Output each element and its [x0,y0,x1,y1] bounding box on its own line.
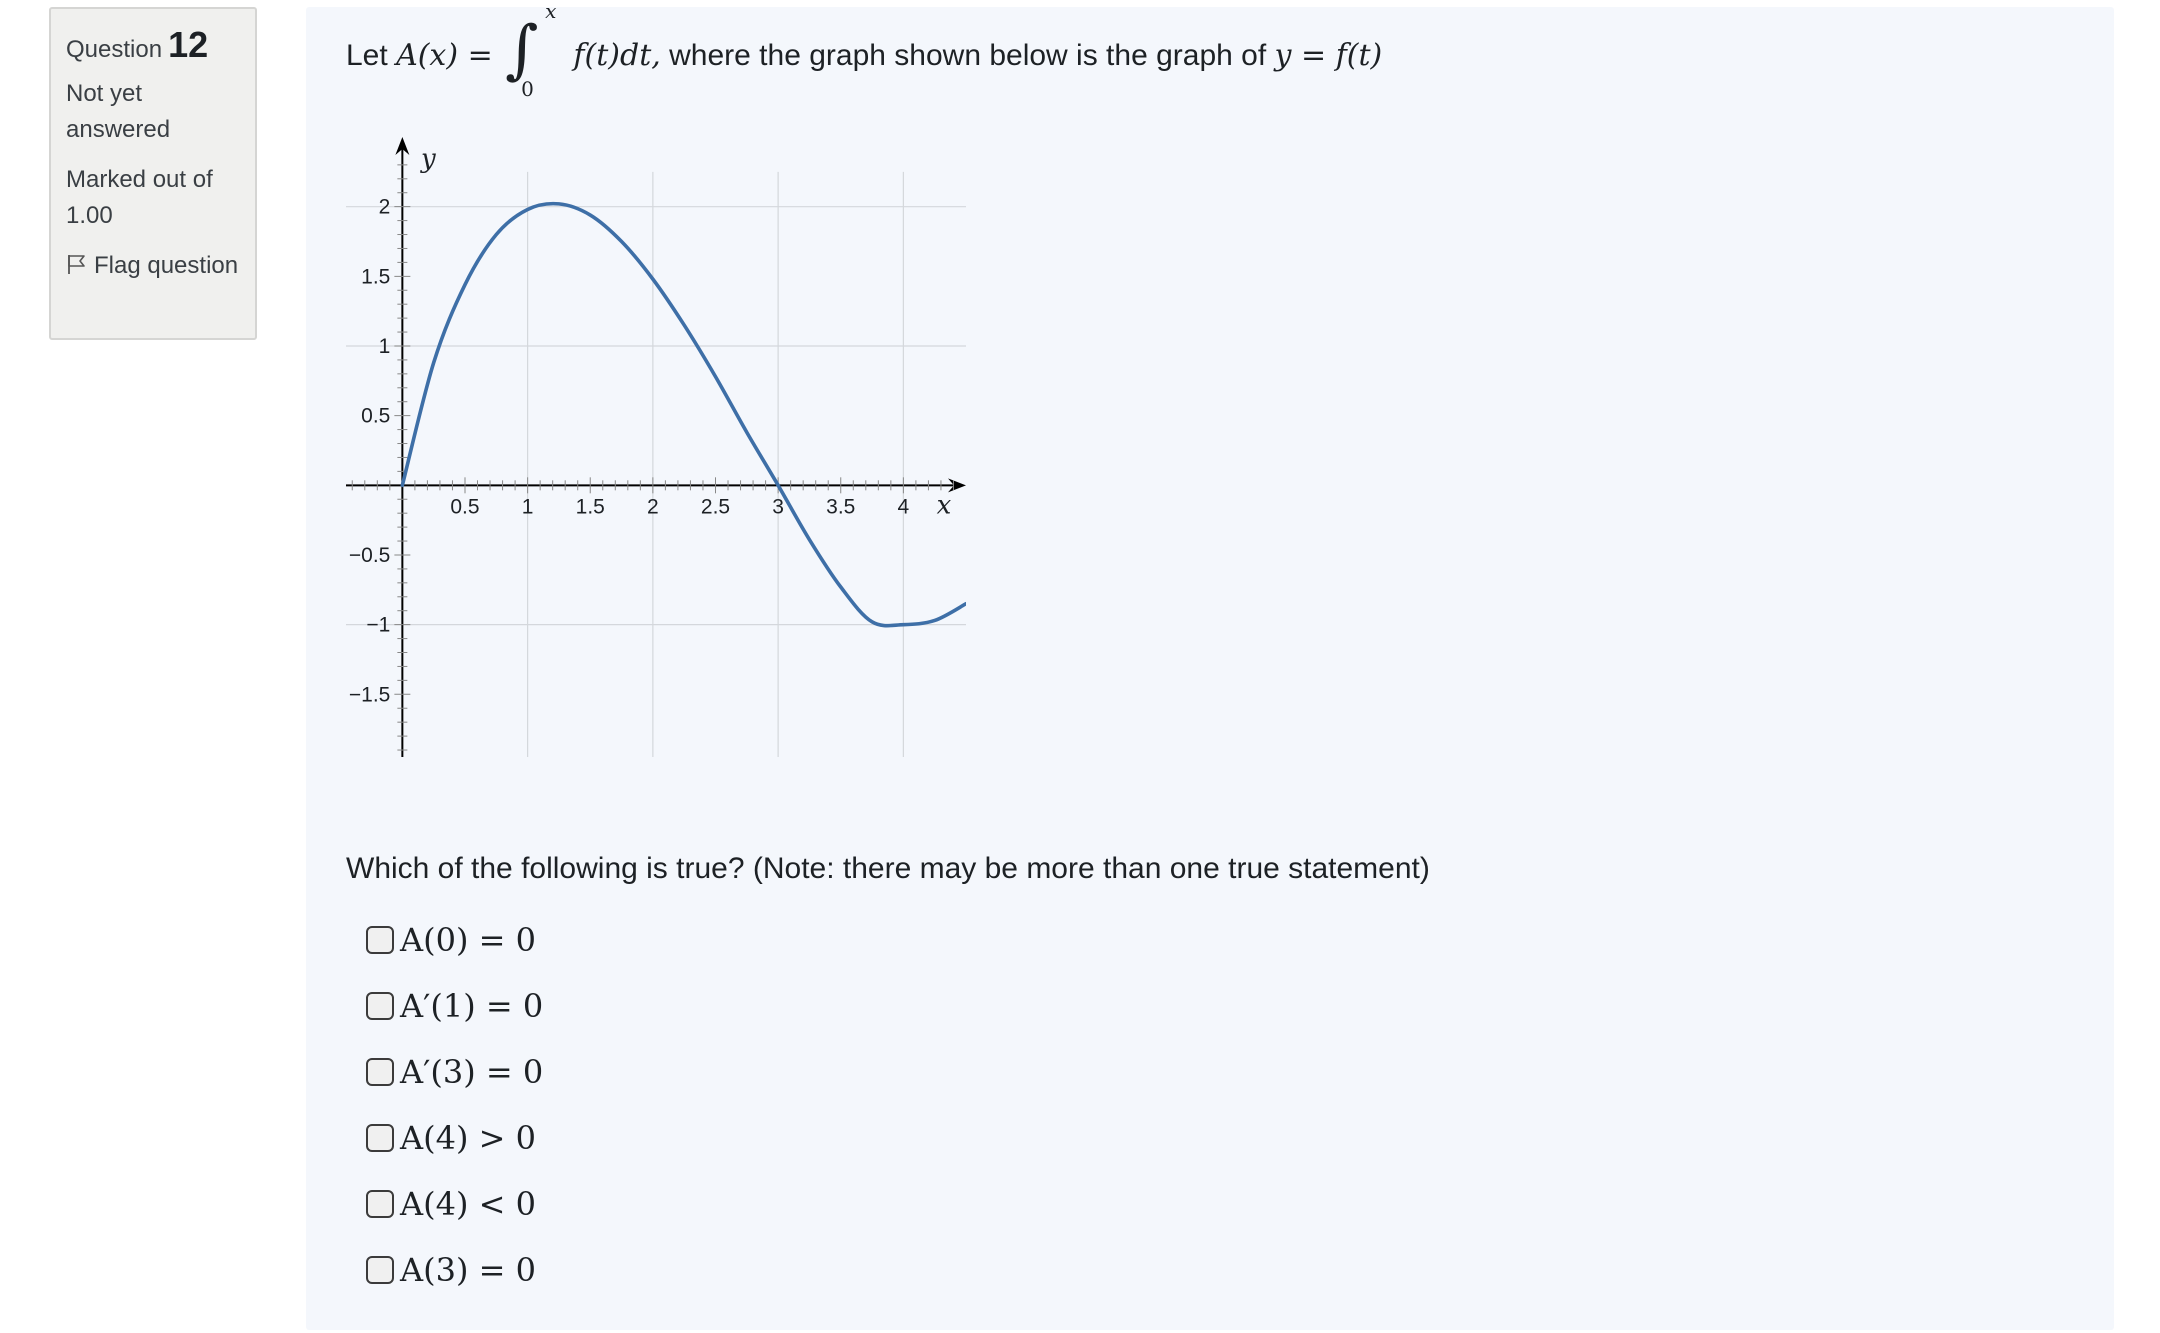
series-curve [400,201,966,628]
checkbox[interactable] [366,1256,394,1284]
x-tick-label: 2 [647,495,659,518]
y-tick-label: 1.5 [361,265,390,288]
flag-question-link[interactable]: Flag question [66,248,240,284]
x-tick-label: 2.5 [701,495,730,518]
question-middle-text: where the graph shown below is the graph… [669,38,1267,72]
y-tick-label: −1.5 [349,683,390,706]
option-label: A(0) = 0 [400,921,536,959]
checkbox[interactable] [366,1058,394,1086]
question-a-of-x: A(x) = [396,37,493,73]
question-number-line: Question 12 [66,23,240,72]
x-axis-label: x [937,490,952,520]
option-a4-gt-0[interactable]: A(4) > 0 [366,1105,543,1171]
option-aprime1-eq-0[interactable]: A′(1) = 0 [366,973,543,1039]
flag-question-label: Flag question [94,252,239,279]
question-grade: Marked out of 1.00 [66,166,213,229]
option-a3-eq-0[interactable]: A(3) = 0 [366,1237,543,1303]
y-tick-label: −1 [366,614,390,637]
y-tick-label: 2 [379,196,391,219]
question-number: 12 [168,24,209,65]
option-a4-lt-0[interactable]: A(4) < 0 [366,1171,543,1237]
question-label: Question [66,36,163,63]
question-state: Not yet answered [66,80,171,143]
checkbox[interactable] [366,1124,394,1152]
x-tick-label: 4 [898,495,910,518]
question-info-panel: Question 12 Not yet answered Marked out o… [49,7,257,340]
function-graph: 0.5 1 1.5 2 2.5 3 3.5 4 2 1.5 1 0.5 −0.5 −1 −1.5 x y [346,137,966,757]
option-label: A′(1) = 0 [400,987,544,1025]
question-let: Let [346,38,388,72]
question-content: Let A(x) = ∫ x 0 f(t)dt, where the graph… [306,0,2114,1330]
checkbox[interactable] [366,992,394,1020]
option-a0-eq-0[interactable]: A(0) = 0 [366,907,543,973]
x-tick-label: 1.5 [576,495,605,518]
y-tick-label: −0.5 [349,544,390,567]
option-label: A(4) > 0 [400,1119,536,1157]
x-tick-label: 0.5 [450,495,479,518]
integral-upper-limit: x [545,0,557,23]
x-tick-label: 3 [772,495,784,518]
question-prompt: Which of the following is true? (Note: t… [346,852,1430,885]
question-y-eq: y = f(t) [1274,37,1383,73]
option-label: A(3) = 0 [400,1251,536,1289]
y-tick-label: 0.5 [361,405,390,428]
option-aprime3-eq-0[interactable]: A′(3) = 0 [366,1039,543,1105]
x-tick-label: 1 [522,495,534,518]
flag-icon [68,255,85,274]
checkbox[interactable] [366,926,394,954]
y-axis-label: y [420,144,436,174]
y-tick-label: 1 [379,335,391,358]
option-label: A′(3) = 0 [400,1053,544,1091]
checkbox[interactable] [366,1190,394,1218]
question-text: Let A(x) = ∫ x 0 f(t)dt, where the graph… [346,0,1383,101]
option-label: A(4) < 0 [400,1185,536,1223]
x-tick-label: 3.5 [826,495,855,518]
question-integrand: f(t)dt, [573,37,661,73]
answer-options: A(0) = 0 A′(1) = 0 A′(3) = 0 A(4) > 0 A(… [366,907,543,1303]
integral-sign: ∫ x 0 [505,0,557,101]
integral-lower-limit: 0 [521,77,534,101]
